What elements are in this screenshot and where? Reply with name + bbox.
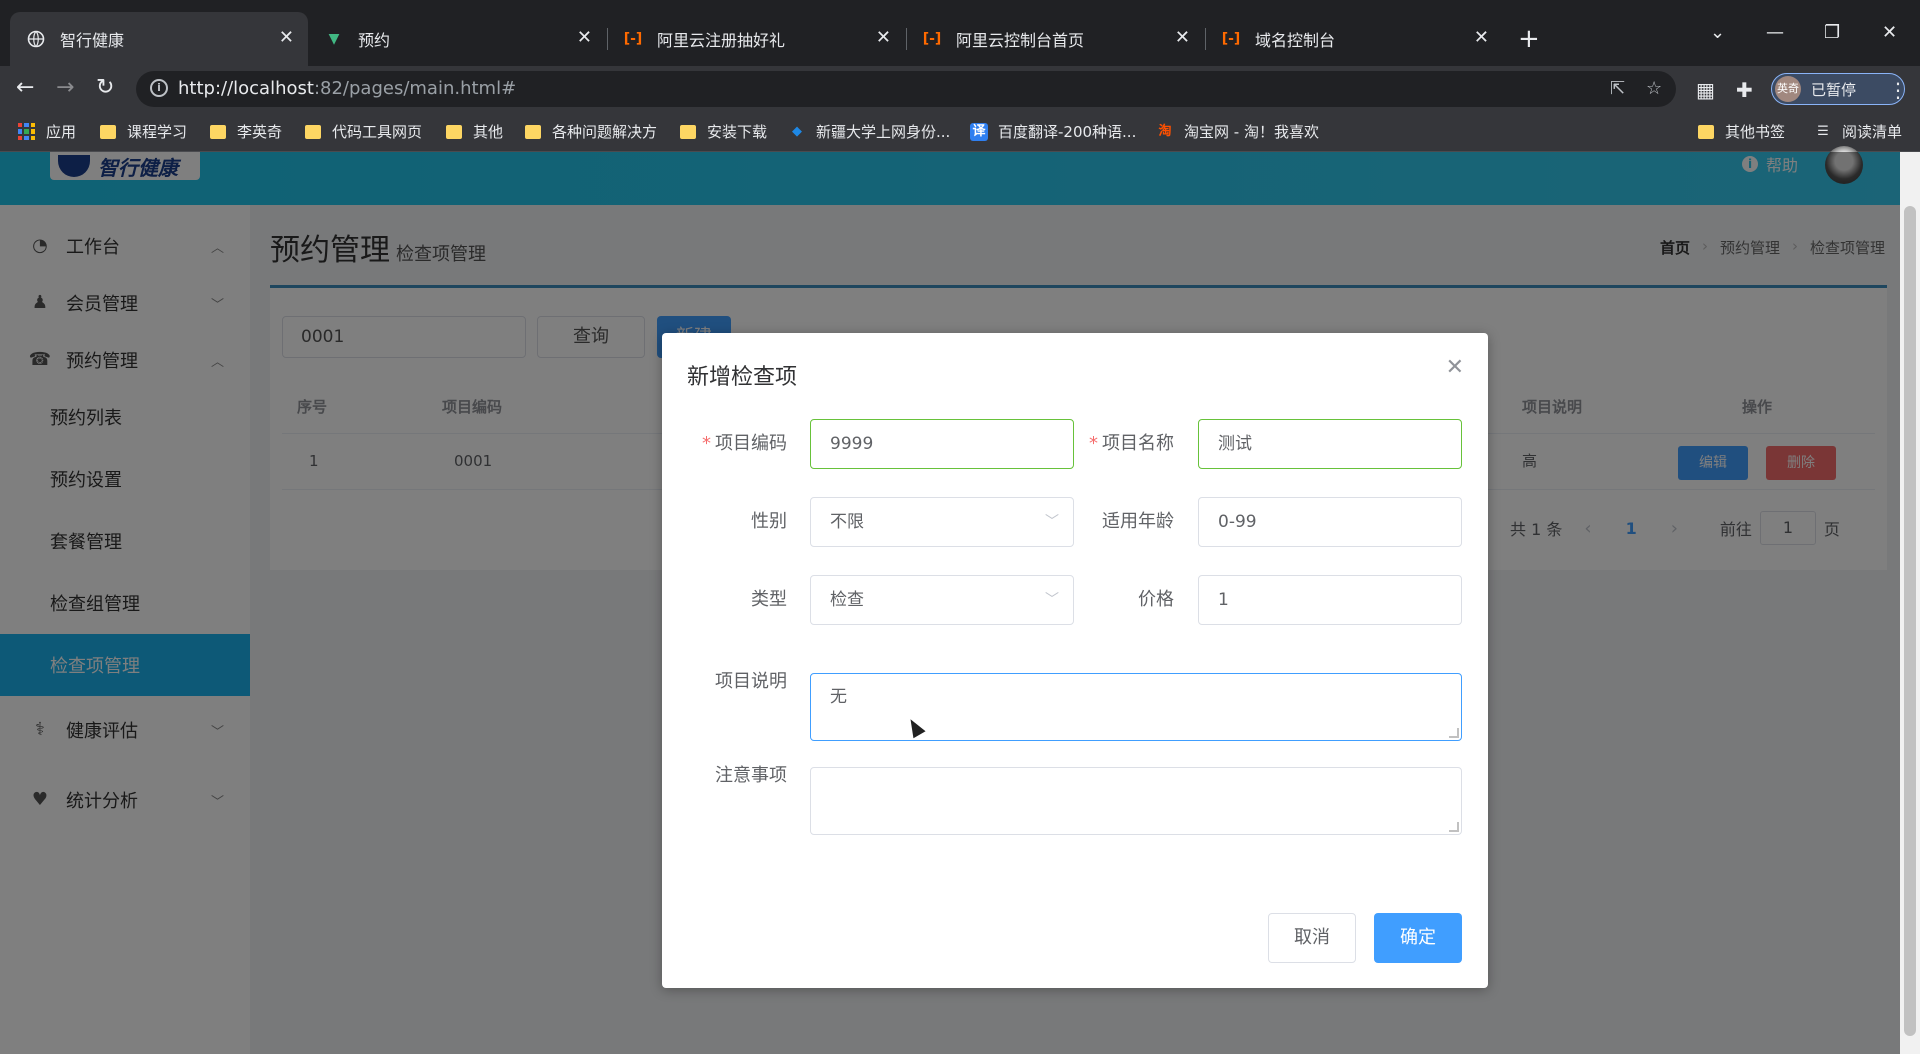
profile-avatar: 英奇 xyxy=(1775,76,1801,102)
close-icon[interactable]: ✕ xyxy=(1446,355,1464,380)
sex-label: 性别 xyxy=(751,511,787,532)
tab-title: 智行健康 xyxy=(60,31,125,50)
folder-icon xyxy=(1698,124,1714,139)
name-field[interactable]: 测试 xyxy=(1198,419,1462,469)
extensions-puzzle-icon[interactable]: ✚ xyxy=(1736,78,1753,102)
bookmark-folder[interactable]: 安装下载 xyxy=(680,121,767,142)
browser-tab[interactable]: [-] 域名控制台 ✕ xyxy=(1205,12,1503,66)
bookmark-apps[interactable]: 应用 xyxy=(18,121,76,142)
tab-search-icon[interactable]: ⌄ xyxy=(1710,22,1725,43)
folder-icon xyxy=(446,124,462,139)
reload-icon[interactable]: ↻ xyxy=(96,76,114,100)
price-label: 价格 xyxy=(1138,589,1174,610)
bookmarks-bar: 应用 课程学习 李英奇 代码工具网页 其他 各种问题解决方 安装下载 ◆ 新疆大学… xyxy=(0,112,1920,152)
resize-handle-icon[interactable] xyxy=(1449,728,1459,738)
address-bar[interactable]: i http://localhost:82/pages/main.html# ⇱… xyxy=(136,71,1676,107)
bookmark-link[interactable]: 淘淘宝网 - 淘！我喜欢 xyxy=(1156,121,1318,142)
aliyun-icon: [-] xyxy=(922,31,942,47)
confirm-button[interactable]: 确定 xyxy=(1374,913,1462,963)
bookmark-folder[interactable]: 其他 xyxy=(446,121,503,142)
site-info-icon[interactable]: i xyxy=(150,79,168,97)
attention-label: 注意事项 xyxy=(715,765,787,786)
folder-icon xyxy=(525,124,541,139)
bookmark-folder[interactable]: 课程学习 xyxy=(100,121,187,142)
bookmark-link[interactable]: 译百度翻译-200种语... xyxy=(970,121,1136,142)
bookmark-folder[interactable]: 李英奇 xyxy=(210,121,282,142)
close-icon[interactable]: ✕ xyxy=(876,27,891,48)
apps-grid-icon xyxy=(18,123,35,140)
extension-app-icon[interactable]: ▦ xyxy=(1696,78,1715,102)
remark-textarea[interactable]: 无 xyxy=(810,673,1462,741)
browser-tab[interactable]: [-] 阿里云注册抽好礼 ✕ xyxy=(607,12,905,66)
bookmark-folder-other[interactable]: 其他书签 xyxy=(1698,121,1785,142)
share-icon[interactable]: ⇱ xyxy=(1610,78,1625,99)
forward-icon[interactable]: → xyxy=(56,76,74,100)
browser-toolbar: ← → ↻ i http://localhost:82/pages/main.h… xyxy=(0,66,1920,112)
xju-site-icon: ◆ xyxy=(792,123,802,139)
bookmark-folder[interactable]: 代码工具网页 xyxy=(305,121,422,142)
profile-status: 已暂停 xyxy=(1811,80,1857,99)
name-label: * 项目名称 xyxy=(1089,433,1174,454)
bookmark-star-icon[interactable]: ☆ xyxy=(1646,78,1662,99)
browser-tab[interactable]: ▼ 预约 ✕ xyxy=(308,12,606,66)
code-label: * 项目编码 xyxy=(702,433,787,454)
globe-icon xyxy=(26,29,46,49)
sex-select[interactable]: 不限 ﹀ xyxy=(810,497,1074,547)
restore-icon[interactable]: ❐ xyxy=(1824,22,1840,43)
tab-title: 阿里云控制台首页 xyxy=(956,31,1085,50)
attention-textarea[interactable] xyxy=(810,767,1462,835)
new-tab-icon[interactable]: + xyxy=(1518,26,1540,52)
dialog-title: 新增检查项 xyxy=(687,365,798,390)
tab-title: 域名控制台 xyxy=(1255,31,1336,50)
type-label: 类型 xyxy=(751,589,787,610)
scrollbar-thumb[interactable] xyxy=(1904,206,1916,1036)
code-field[interactable]: 9999 xyxy=(810,419,1074,469)
resize-handle-icon[interactable] xyxy=(1449,822,1459,832)
taobao-icon: 淘 xyxy=(1158,123,1172,139)
menu-kebab-icon[interactable]: ⋮ xyxy=(1888,78,1908,102)
age-field[interactable]: 0-99 xyxy=(1198,497,1462,547)
reading-list[interactable]: ☰ 阅读清单 xyxy=(1814,121,1902,142)
remark-label: 项目说明 xyxy=(715,671,787,692)
price-field[interactable]: 1 xyxy=(1198,575,1462,625)
tab-title: 阿里云注册抽好礼 xyxy=(657,31,786,50)
close-icon[interactable]: ✕ xyxy=(577,27,592,48)
folder-icon xyxy=(305,124,321,139)
close-icon[interactable]: ✕ xyxy=(1175,27,1190,48)
baidu-translate-icon: 译 xyxy=(970,122,988,141)
browser-tab[interactable]: [-] 阿里云控制台首页 ✕ xyxy=(906,12,1204,66)
bookmark-link[interactable]: ◆ 新疆大学上网身份... xyxy=(788,121,950,142)
back-icon[interactable]: ← xyxy=(16,76,34,100)
cancel-button[interactable]: 取消 xyxy=(1268,913,1356,963)
minimize-icon[interactable]: — xyxy=(1766,22,1784,43)
page-scrollbar[interactable] xyxy=(1900,152,1920,1054)
window-close-icon[interactable]: ✕ xyxy=(1882,22,1897,43)
folder-icon xyxy=(680,124,696,139)
aliyun-icon: [-] xyxy=(1221,31,1241,47)
reading-list-icon: ☰ xyxy=(1817,123,1829,139)
add-check-item-dialog: 新增检查项 ✕ * 项目编码 9999 * 项目名称 测试 性别 不限 ﹀ 适用年龄… xyxy=(662,333,1488,988)
folder-icon xyxy=(210,124,226,139)
url-text[interactable]: http://localhost:82/pages/main.html# xyxy=(178,78,516,99)
bookmark-folder[interactable]: 各种问题解决方 xyxy=(525,121,657,142)
age-label: 适用年龄 xyxy=(1102,511,1174,532)
type-select[interactable]: 检查 ﹀ xyxy=(810,575,1074,625)
vue-icon: ▼ xyxy=(328,31,340,47)
tab-title: 预约 xyxy=(358,31,391,50)
close-icon[interactable]: ✕ xyxy=(279,27,294,48)
browser-tab-active[interactable]: 智行健康 ✕ xyxy=(10,12,308,66)
folder-icon xyxy=(100,124,116,139)
close-icon[interactable]: ✕ xyxy=(1474,27,1489,48)
profile-button[interactable]: 英奇 已暂停 xyxy=(1771,73,1905,105)
browser-tab-bar: 智行健康 ✕ ▼ 预约 ✕ [-] 阿里云注册抽好礼 ✕ [-] 阿里云控制台首… xyxy=(0,0,1920,66)
aliyun-icon: [-] xyxy=(623,31,643,47)
